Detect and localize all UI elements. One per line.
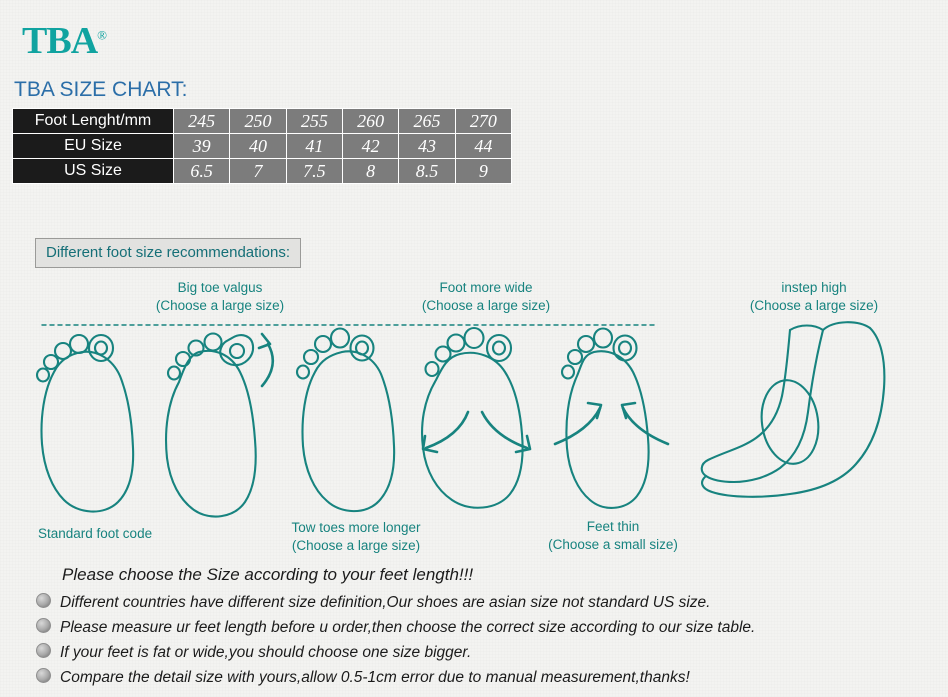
foot-illustrations: Big toe valgus (Choose a large size) Foo… bbox=[0, 272, 948, 562]
caption-line-2: (Choose a small size) bbox=[548, 537, 678, 553]
table-cell: 245 bbox=[172, 108, 231, 134]
table-cell: 43 bbox=[398, 133, 456, 159]
table-cell: 8.5 bbox=[398, 158, 456, 184]
row-header: EU Size bbox=[12, 133, 174, 159]
caption-line-1: instep high bbox=[781, 280, 847, 295]
bullet-icon bbox=[36, 618, 51, 633]
notes-heading: Please choose the Size according to your… bbox=[62, 565, 474, 584]
table-cell: 6.5 bbox=[172, 158, 231, 184]
note-text: If your feet is fat or wide,you should c… bbox=[60, 644, 472, 661]
bullet-icon bbox=[36, 668, 51, 683]
table-cell: 41 bbox=[285, 133, 343, 159]
caption-line-2: (Choose a large size) bbox=[749, 298, 879, 314]
caption-two-toes-longer: Tow toes more longer (Choose a large siz… bbox=[285, 519, 427, 555]
table-cell: 42 bbox=[341, 133, 400, 159]
note-item: Compare the detail size with yours,allow… bbox=[36, 668, 690, 687]
caption-line-2: (Choose a large size) bbox=[291, 538, 421, 554]
note-text: Please measure ur feet length before u o… bbox=[60, 619, 756, 636]
table-cell: 255 bbox=[285, 108, 343, 134]
logo-text: TBA bbox=[22, 20, 98, 62]
caption-standard-foot: Standard foot code bbox=[38, 526, 153, 541]
table-cell: 39 bbox=[172, 133, 231, 159]
caption-foot-more-wide: Foot more wide (Choose a large size) bbox=[418, 279, 554, 315]
registered-mark: ® bbox=[97, 27, 107, 43]
page-background: TBA® TBA SIZE CHART: Foot Lenght/mm 245 … bbox=[0, 0, 948, 697]
caption-feet-thin: Feet thin (Choose a small size) bbox=[543, 518, 683, 554]
size-chart-table: Foot Lenght/mm 245 250 255 260 265 270 E… bbox=[12, 108, 513, 184]
table-row: Foot Lenght/mm 245 250 255 260 265 270 bbox=[12, 108, 513, 134]
tba-logo: TBA® bbox=[22, 20, 107, 62]
recommendations-label: Different foot size recommendations: bbox=[35, 238, 302, 268]
note-text: Compare the detail size with yours,allow… bbox=[60, 669, 690, 686]
note-item: Different countries have different size … bbox=[36, 593, 710, 612]
row-header: Foot Lenght/mm bbox=[12, 108, 174, 134]
caption-line-1: Tow toes more longer bbox=[291, 520, 421, 535]
table-cell: 8 bbox=[341, 158, 400, 184]
table-cell: 270 bbox=[454, 108, 513, 134]
table-cell: 260 bbox=[341, 108, 400, 134]
table-cell: 265 bbox=[398, 108, 456, 134]
table-cell: 9 bbox=[454, 158, 513, 184]
caption-line-1: Foot more wide bbox=[439, 280, 533, 295]
bullet-icon bbox=[36, 593, 51, 608]
bullet-icon bbox=[36, 643, 51, 658]
caption-line-2: (Choose a large size) bbox=[421, 298, 551, 314]
note-item: If your feet is fat or wide,you should c… bbox=[36, 643, 471, 662]
table-cell: 40 bbox=[229, 133, 287, 159]
table-cell: 44 bbox=[454, 133, 513, 159]
caption-line-1: Big toe valgus bbox=[177, 280, 263, 295]
page-title: TBA SIZE CHART: bbox=[14, 78, 188, 101]
caption-instep-high: instep high (Choose a large size) bbox=[746, 279, 882, 315]
table-row: EU Size 39 40 41 42 43 44 bbox=[12, 133, 513, 159]
row-header: US Size bbox=[12, 158, 174, 184]
table-cell: 7 bbox=[229, 158, 287, 184]
caption-big-toe-valgus: Big toe valgus (Choose a large size) bbox=[152, 279, 288, 315]
note-text: Different countries have different size … bbox=[60, 594, 711, 611]
note-item: Please measure ur feet length before u o… bbox=[36, 618, 755, 637]
table-cell: 7.5 bbox=[285, 158, 343, 184]
caption-line-2: (Choose a large size) bbox=[155, 298, 285, 314]
table-cell: 250 bbox=[229, 108, 287, 134]
caption-line-1: Feet thin bbox=[586, 519, 640, 534]
table-row: US Size 6.5 7 7.5 8 8.5 9 bbox=[12, 158, 513, 184]
foot-diagrams-svg bbox=[35, 321, 886, 518]
